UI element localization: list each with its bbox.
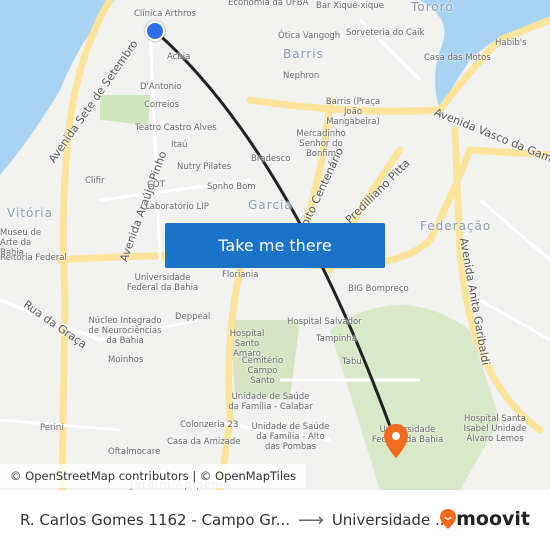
poi-label: Casa das Motos: [424, 53, 491, 63]
area-label: Barris: [283, 47, 324, 61]
poi-label: Deppeal: [175, 312, 211, 322]
poi-label: Itaú: [171, 140, 188, 150]
origin-name: R. Carlos Gomes 1162 - Campo Gr...: [20, 511, 290, 529]
poi-label: Clínica Arthros: [134, 9, 196, 19]
road-major: [58, 0, 114, 490]
poi-label: Unidade de Saúde da Família - Alto das P…: [251, 422, 330, 452]
map-attribution[interactable]: © OpenStreetMap contributors | © OpenMap…: [0, 464, 307, 488]
poi-label: D'Antonio: [140, 82, 182, 92]
area-label: Garcia: [248, 198, 293, 212]
poi-label: Correios: [144, 100, 180, 110]
poi-label: Núcleo Integrado de Neurociências da Bah…: [88, 316, 162, 346]
poi-label: Habib's: [495, 38, 527, 48]
poi-label: Hospital Salvador: [287, 317, 362, 327]
poi-label: Clifir: [85, 176, 105, 186]
moovit-logo: moovit: [440, 508, 530, 530]
poi-label: Hospital Santa Isabel Unidade Álvaro Lem…: [463, 414, 527, 444]
area-label: Tororó: [411, 0, 454, 14]
poi-label: Colonzeria 23: [180, 420, 239, 430]
poi-label: COT: [147, 180, 165, 190]
poi-label: Universidade Federal da Bahia: [126, 273, 199, 293]
poi-label: Mercadinho Senhor do Bonfim: [296, 129, 346, 159]
poi-label: Oftalmocare: [108, 447, 161, 457]
poi-label: Sonho Bom: [207, 182, 256, 192]
poi-label: Cemitério Campo Santo: [241, 356, 284, 386]
poi-label: Nephron: [283, 71, 320, 81]
area-label: Vitória: [7, 206, 53, 220]
arrow-right-icon: ⟶: [298, 509, 324, 531]
poi-label: Reitoria Federal: [0, 253, 67, 263]
poi-label: Tampinha: [316, 334, 358, 344]
poi-label: Nutry Pilates: [177, 162, 232, 172]
poi-label: Sorveteria do Caik: [346, 28, 425, 38]
map[interactable]: Tororó Barris Garcia Vitória Federação A…: [0, 0, 550, 490]
poi-label: Teatro Castro Alves: [135, 123, 217, 133]
park-small: [100, 95, 150, 125]
poi-label: Unidade de Saúde da Família - Calabar: [228, 392, 313, 412]
poi-label: Bar Xique-xique: [316, 1, 384, 11]
poi-label: Casa da Amizade: [167, 437, 241, 447]
poi-label: Tabu: [342, 357, 362, 367]
origin-marker[interactable]: [145, 21, 165, 41]
poi-label: Perini: [40, 423, 64, 433]
poi-label: Economia da UFBA: [228, 0, 309, 8]
destination-name: Universidade ...: [331, 511, 450, 529]
poi-label: Ótica Vangogh: [278, 31, 341, 41]
take-me-there-button[interactable]: Take me there: [165, 223, 385, 268]
poi-label: Moinhos: [108, 355, 144, 365]
poi-label: Floriania: [222, 270, 259, 280]
area-label: Federação: [420, 219, 492, 233]
moovit-pin-icon: [440, 509, 457, 529]
poi-label: Barris (Praça João Mangabeira): [325, 97, 381, 127]
poi-label: Laboratório LIP: [145, 202, 209, 212]
poi-label: Acbia: [167, 52, 191, 62]
poi-label: BIG Bompreço: [348, 284, 409, 294]
poi-label: Bradesco: [251, 154, 291, 164]
poi-label: Hospital Santo Amaro: [229, 329, 265, 359]
